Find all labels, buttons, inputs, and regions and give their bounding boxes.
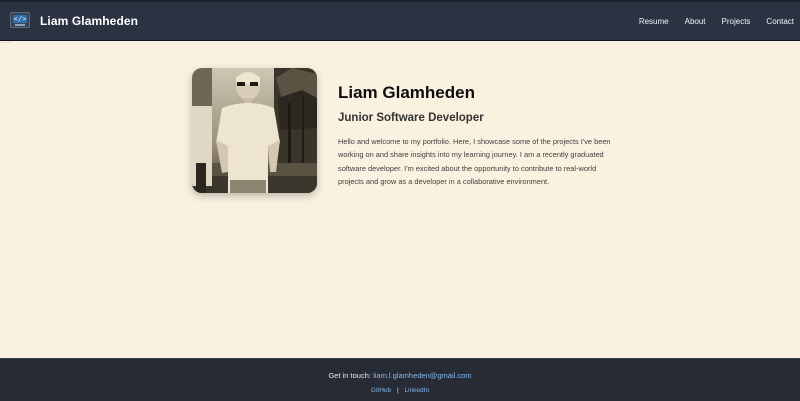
nav-link-resume[interactable]: Resume [639, 17, 669, 26]
nav-link-projects[interactable]: Projects [722, 17, 751, 26]
top-navbar: </> Liam Glamheden Resume About Projects… [0, 0, 800, 41]
social-links: GitHub | LinkedIn [0, 387, 800, 394]
contact-prefix: Get in touch: [328, 371, 371, 380]
brand-title[interactable]: Liam Glamheden [40, 14, 138, 28]
page-footer: Get in touch: liam.l.glamheden@gmail.com… [0, 358, 800, 401]
nav-link-contact[interactable]: Contact [766, 17, 794, 26]
divider [0, 42, 12, 43]
hero-intro: Hello and welcome to my portfolio. Here,… [338, 137, 611, 186]
logo-screen: </> [13, 15, 27, 23]
hero-name: Liam Glamheden [338, 83, 475, 102]
hero-section: Liam Glamheden Junior Software Developer… [0, 41, 800, 358]
profile-photo-image [192, 68, 317, 193]
github-link[interactable]: GitHub [371, 387, 391, 394]
hero-role: Junior Software Developer [338, 112, 484, 124]
email-link[interactable]: liam.l.glamheden@gmail.com [373, 371, 472, 380]
contact-line: Get in touch: liam.l.glamheden@gmail.com [0, 371, 800, 380]
profile-photo [192, 68, 317, 193]
nav-link-about[interactable]: About [685, 17, 706, 26]
link-separator: | [396, 387, 399, 394]
nav-menu: Resume About Projects Contact [623, 17, 794, 26]
linkedin-link[interactable]: LinkedIn [404, 387, 429, 394]
code-monitor-icon[interactable]: </> [10, 12, 30, 28]
logo-stand [15, 24, 25, 26]
